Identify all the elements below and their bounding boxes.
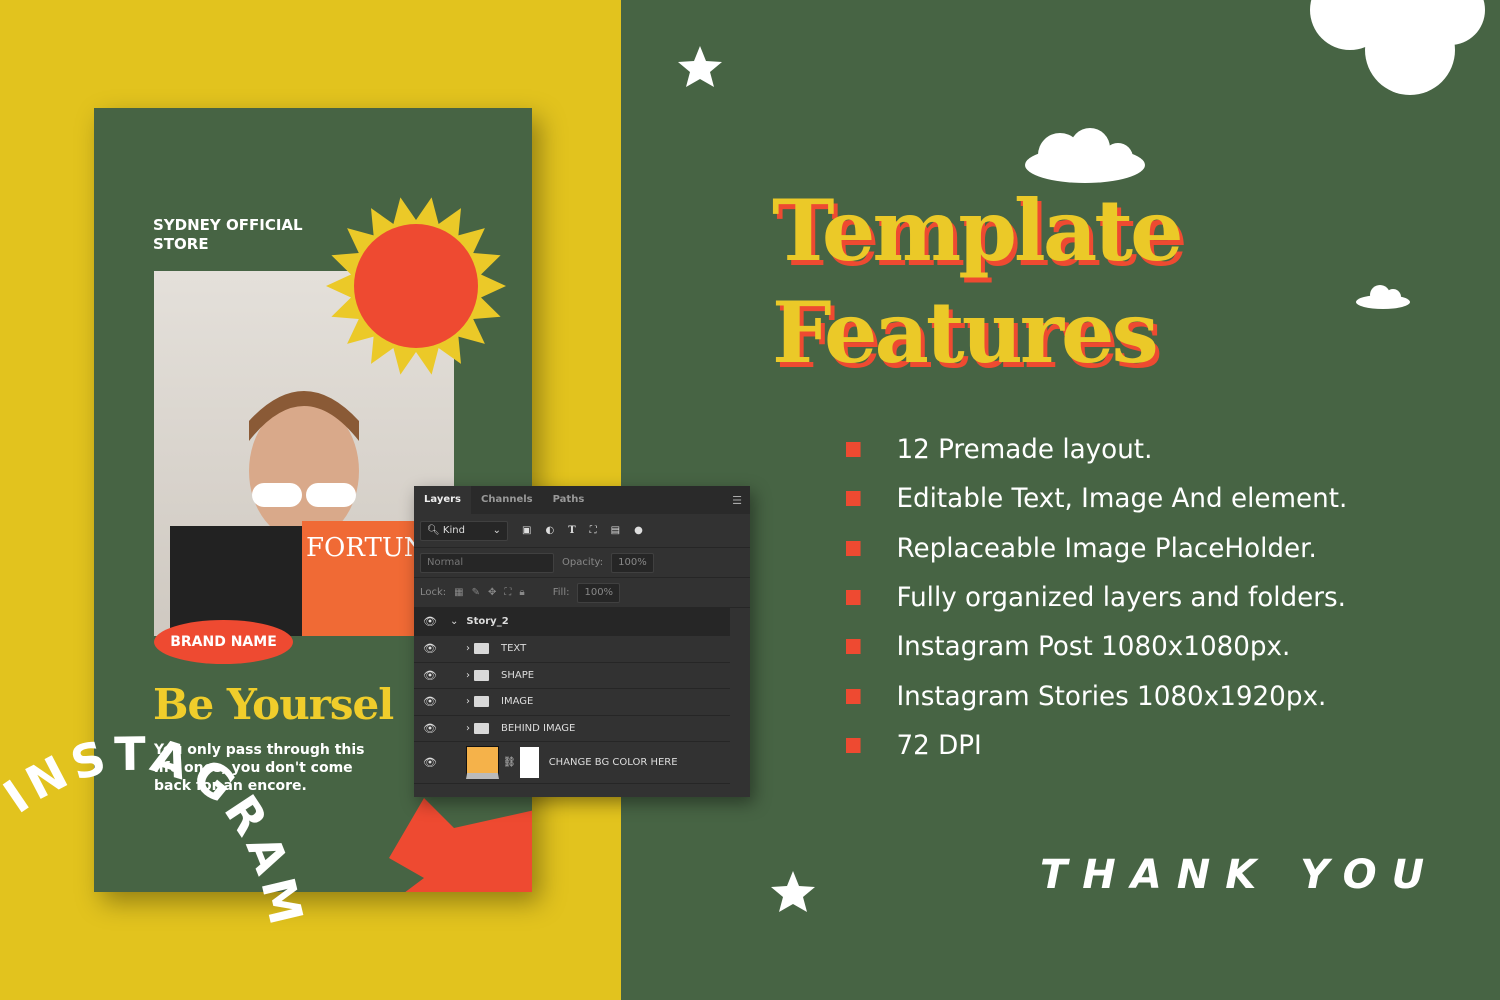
lock-brush-icon[interactable]: ✎: [472, 587, 480, 598]
layer-folder-image[interactable]: 👁︎ › IMAGE: [414, 689, 730, 716]
bullet-square-icon: [846, 540, 861, 556]
brand-badge: BRAND NAME: [154, 620, 293, 664]
feature-list: 12 Premade layout. Editable Text, Image A…: [846, 425, 1363, 770]
layer-name: SHAPE: [501, 669, 535, 681]
chevron-right-icon[interactable]: ›: [466, 643, 470, 654]
opacity-input[interactable]: 100%: [611, 552, 654, 573]
feature-item: 12 Premade layout.: [846, 425, 1347, 474]
chevron-right-icon[interactable]: ›: [466, 670, 470, 681]
feature-text: Instagram Post 1080x1080px.: [896, 631, 1291, 663]
kind-label: Kind: [442, 524, 465, 536]
layer-folder-text[interactable]: 👁︎ › TEXT: [414, 636, 730, 663]
pixel-filter-icon[interactable]: ▣: [522, 525, 531, 536]
svg-text:INSTAGRAM: INSTAGRAM: [0, 727, 315, 935]
bullet-square-icon: [846, 688, 861, 704]
features-title: Template Features: [772, 180, 1184, 384]
panel-menu-icon[interactable]: ☰: [732, 494, 742, 507]
tab-paths[interactable]: Paths: [543, 486, 595, 514]
folder-icon: [474, 722, 489, 734]
layer-name: TEXT: [501, 643, 527, 655]
eye-icon[interactable]: 👁︎: [414, 695, 446, 708]
eye-icon[interactable]: 👁︎: [414, 615, 446, 628]
eye-icon[interactable]: 👁︎: [414, 722, 446, 735]
feature-text: Replaceable Image PlaceHolder.: [896, 532, 1317, 564]
feature-text: Editable Text, Image And element.: [896, 483, 1348, 515]
smart-object-filter-icon[interactable]: ▤: [611, 525, 620, 536]
feature-text: 72 DPI: [896, 729, 982, 761]
fill-label: Fill:: [552, 587, 570, 598]
layer-folder-behind-image[interactable]: 👁︎ › BEHIND IMAGE: [414, 716, 730, 742]
chevron-down-icon: ⌄: [492, 524, 501, 536]
layer-name: IMAGE: [501, 696, 534, 708]
photoshop-layers-panel: Layers Channels Paths ☰ 🔍︎ Kind ⌄ ▣ ◐ T ⛶ ▤ ●…: [414, 486, 750, 797]
sun-graphic: [326, 197, 506, 375]
feature-text: 12 Premade layout.: [896, 434, 1153, 466]
shape-filter-icon[interactable]: ⛶: [590, 525, 597, 536]
feature-item: Replaceable Image PlaceHolder.: [846, 524, 1347, 573]
filter-toggle[interactable]: ●: [634, 525, 643, 536]
feature-item: Editable Text, Image And element.: [846, 474, 1347, 523]
lock-artboard-icon[interactable]: ⛶: [504, 587, 511, 598]
bullet-square-icon: [846, 737, 861, 753]
folder-icon: [474, 643, 489, 655]
search-icon: 🔍︎: [427, 524, 440, 536]
blend-mode-select[interactable]: Normal: [420, 552, 554, 573]
instagram-curved-text: INSTAGRAM: [0, 727, 315, 935]
lock-all-icon[interactable]: 🔒︎: [519, 587, 524, 598]
link-icon: ⛓: [503, 757, 516, 768]
bullet-square-icon: [846, 442, 861, 458]
folder-icon: [474, 696, 489, 708]
feature-item: 72 DPI: [846, 721, 1347, 770]
layer-mask-thumbnail[interactable]: [519, 747, 539, 778]
eye-icon[interactable]: 👁︎: [414, 642, 446, 655]
tab-channels[interactable]: Channels: [471, 486, 543, 514]
layer-folder-shape[interactable]: 👁︎ › SHAPE: [414, 663, 730, 689]
lock-move-icon[interactable]: ✥: [488, 587, 496, 598]
feature-text: Instagram Stories 1080x1920px.: [896, 680, 1327, 712]
lock-transparent-icon[interactable]: ▦: [454, 587, 463, 598]
feature-item: Instagram Stories 1080x1920px.: [846, 671, 1347, 720]
feature-item: Instagram Post 1080x1080px.: [846, 622, 1347, 671]
red-burst-shape: [389, 798, 532, 892]
eye-icon[interactable]: 👁︎: [414, 669, 446, 682]
type-filter-icon[interactable]: T: [568, 525, 575, 536]
folder-icon: [474, 669, 489, 681]
lock-label: Lock:: [420, 587, 447, 598]
eye-icon[interactable]: 👁︎: [414, 756, 446, 769]
feature-item: Fully organized layers and folders.: [846, 573, 1347, 622]
bullet-square-icon: [846, 590, 861, 606]
kind-filter-dropdown[interactable]: 🔍︎ Kind ⌄: [420, 520, 508, 541]
thank-you-text: THANK YOU: [1040, 852, 1440, 898]
tab-layers[interactable]: Layers: [414, 486, 471, 514]
title-line-2: Features: [772, 283, 1159, 382]
title-line-1: Template: [772, 181, 1184, 280]
feature-text: Fully organized layers and folders.: [896, 582, 1347, 614]
chevron-right-icon[interactable]: ›: [466, 696, 470, 707]
layer-group-story[interactable]: 👁︎ ⌄ Story_2: [414, 608, 730, 636]
layer-name: Story_2: [466, 616, 509, 627]
store-label: SYDNEY OFFICIAL STORE: [153, 216, 303, 253]
layer-name: CHANGE BG COLOR HERE: [548, 757, 678, 768]
layer-bg-color[interactable]: 👁︎ ⛓ CHANGE BG COLOR HERE: [414, 742, 730, 784]
adjustment-filter-icon[interactable]: ◐: [545, 525, 554, 536]
color-fill-thumbnail[interactable]: [466, 746, 499, 779]
fill-input[interactable]: 100%: [577, 582, 621, 603]
bullet-square-icon: [846, 491, 861, 507]
opacity-label: Opacity:: [562, 557, 604, 568]
chevron-right-icon[interactable]: ›: [466, 723, 470, 734]
layer-name: BEHIND IMAGE: [501, 722, 576, 734]
bullet-square-icon: [846, 639, 861, 655]
chevron-down-icon[interactable]: ⌄: [450, 616, 458, 627]
